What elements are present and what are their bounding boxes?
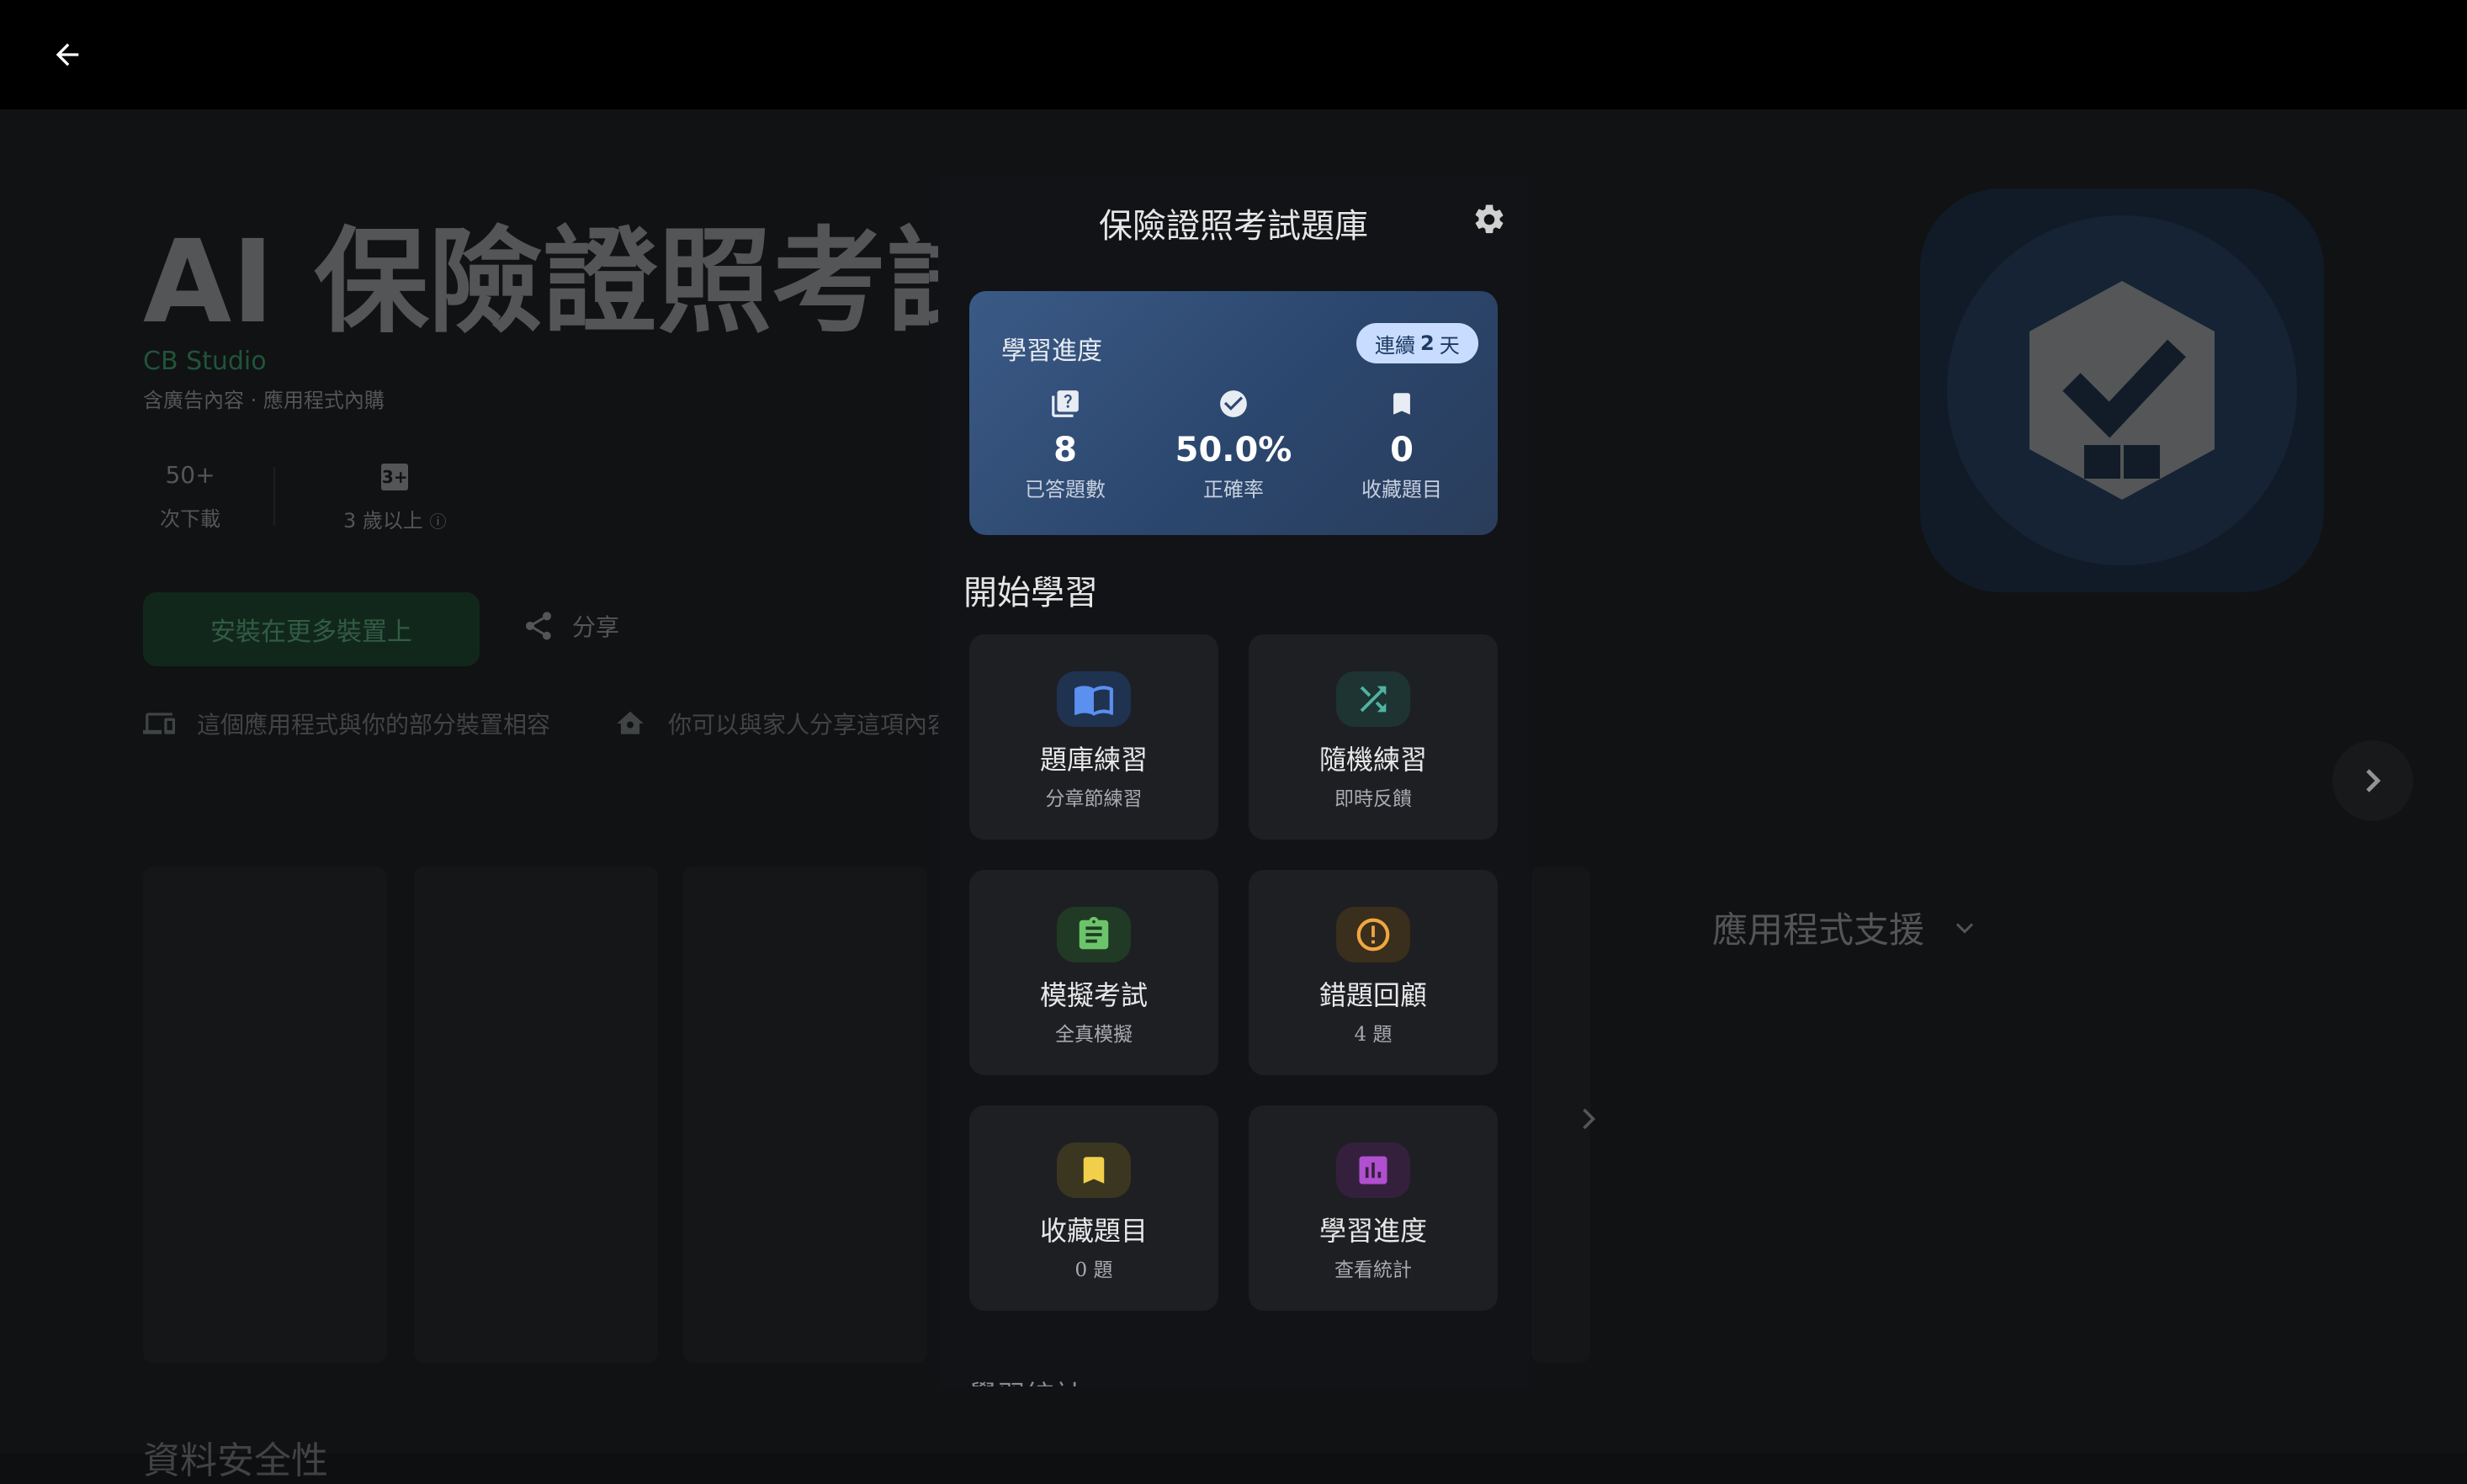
data-safety-heading: 資料安全性 xyxy=(143,1439,328,1482)
tile-subtitle: 4 題 xyxy=(1354,1024,1393,1046)
rating-stat: 3+ 3 歲以上 ⓘ xyxy=(343,461,447,533)
settings-button[interactable] xyxy=(1472,202,1507,241)
app-icon xyxy=(1920,188,2324,592)
start-learning-heading: 開始學習 xyxy=(963,574,1098,612)
app-support-label: 應用程式支援 xyxy=(1712,909,1925,951)
tile-subtitle: 0 題 xyxy=(1074,1259,1113,1281)
bookmarked-stat: 0 收藏題目 xyxy=(1318,385,1486,502)
phone-header: 保險證照考試題庫 xyxy=(938,175,1529,268)
screenshot-thumbnail-1[interactable] xyxy=(143,867,387,1363)
chevron-right-icon xyxy=(1583,1108,1596,1130)
devices-icon xyxy=(143,713,175,734)
tile-title: 模擬考試 xyxy=(1039,979,1148,1011)
shield-check-icon xyxy=(1947,215,2297,565)
check-circle-icon xyxy=(1220,390,1247,417)
age-rating-label[interactable]: 3 歲以上 ⓘ xyxy=(343,504,447,533)
share-button[interactable]: 分享 xyxy=(522,609,619,643)
compat-note: 這個應用程式與你的部分裝置相容 xyxy=(143,707,550,740)
downloads-value: 50+ xyxy=(165,461,215,489)
family-home-icon xyxy=(617,711,644,734)
tile-title: 題庫練習 xyxy=(1039,744,1148,776)
answered-stat: 8 已答題數 xyxy=(981,385,1149,502)
tile-subtitle: 即時反饋 xyxy=(1334,788,1412,810)
tile-question-bank-practice[interactable]: 題庫練習 分章節練習 xyxy=(969,634,1218,840)
age-rating-icon: 3+ xyxy=(343,461,447,490)
tile-title: 錯題回顧 xyxy=(1318,979,1427,1011)
downloads-label: 次下載 xyxy=(160,507,220,531)
tile-title: 隨機練習 xyxy=(1318,744,1427,776)
tile-mock-exam[interactable]: 模擬考試 全真模擬 xyxy=(969,870,1218,1075)
tile-wrong-answers-review[interactable]: 錯題回顧 4 題 xyxy=(1249,870,1498,1075)
tile-learning-progress[interactable]: 學習進度 查看統計 xyxy=(1249,1105,1498,1311)
screenshot-thumbnail-3[interactable] xyxy=(683,867,927,1363)
carousel-next-button[interactable] xyxy=(2332,740,2413,821)
tile-random-practice[interactable]: 隨機練習 即時反饋 xyxy=(1249,634,1498,840)
stat-divider xyxy=(273,467,275,526)
tile-title: 收藏題目 xyxy=(1039,1215,1148,1247)
tile-subtitle: 全真模擬 xyxy=(1055,1024,1133,1046)
bookmark-icon xyxy=(1393,393,1410,415)
chevron-right-icon xyxy=(2366,769,2381,792)
tile-subtitle: 分章節練習 xyxy=(1045,788,1143,810)
expanded-screenshot: 保險證照考試題庫 學習進度 連續 2 天 8 已答題數 50.0% 正確率 0 … xyxy=(938,175,1529,1386)
accuracy-value: 50.0% xyxy=(1175,431,1292,469)
book-icon xyxy=(1074,686,1113,716)
answered-value: 8 xyxy=(1053,431,1077,469)
alert-icon xyxy=(1356,918,1390,951)
progress-card-title: 學習進度 xyxy=(1001,337,1102,366)
share-label: 分享 xyxy=(572,613,620,641)
streak-badge: 連續 2 天 xyxy=(1356,323,1478,363)
tile-bookmarked-questions[interactable]: 收藏題目 0 題 xyxy=(969,1105,1218,1311)
phone-title: 保險證照考試題庫 xyxy=(1099,207,1368,246)
compat-text: 這個應用程式與你的部分裝置相容 xyxy=(197,711,551,739)
top-bar xyxy=(0,0,2467,109)
info-icon: ⓘ xyxy=(429,511,447,532)
family-note: 你可以與家人分享這項內容 xyxy=(614,707,951,740)
tile-subtitle: 查看統計 xyxy=(1334,1259,1412,1281)
chevron-down-icon xyxy=(1955,922,1974,934)
clipboard-icon xyxy=(1079,916,1109,950)
thumbnail-next-button[interactable] xyxy=(1570,1100,1607,1141)
install-button[interactable]: 安裝在更多裝置上 xyxy=(143,592,480,666)
bookmark-icon xyxy=(1083,1157,1105,1184)
chart-icon xyxy=(1359,1156,1387,1185)
quiz-icon xyxy=(1052,390,1079,417)
bookmarked-value: 0 xyxy=(1390,431,1414,469)
shuffle-icon xyxy=(1360,686,1387,713)
screenshot-thumbnail-2[interactable] xyxy=(414,867,658,1363)
arrow-left-icon xyxy=(56,43,79,66)
accuracy-stat: 50.0% 正確率 xyxy=(1149,385,1318,502)
answered-label: 已答題數 xyxy=(1025,478,1106,501)
share-icon xyxy=(526,612,551,640)
family-text: 你可以與家人分享這項內容 xyxy=(668,711,952,739)
app-support-section[interactable]: 應用程式支援 xyxy=(1712,902,1980,953)
tile-title: 學習進度 xyxy=(1318,1215,1427,1247)
bookmarked-label: 收藏題目 xyxy=(1361,478,1442,501)
progress-card: 學習進度 連續 2 天 8 已答題數 50.0% 正確率 0 收藏題目 xyxy=(969,291,1498,535)
accuracy-label: 正確率 xyxy=(1203,478,1264,501)
back-button[interactable] xyxy=(42,32,93,77)
learning-stats-heading: 學習統計 xyxy=(968,1373,1083,1386)
app-meta: 含廣告內容 · 應用程式內購 xyxy=(143,389,385,412)
gear-icon xyxy=(1475,204,1504,234)
developer-link[interactable]: CB Studio xyxy=(143,347,267,376)
downloads-stat: 50+ 次下載 xyxy=(160,461,220,532)
